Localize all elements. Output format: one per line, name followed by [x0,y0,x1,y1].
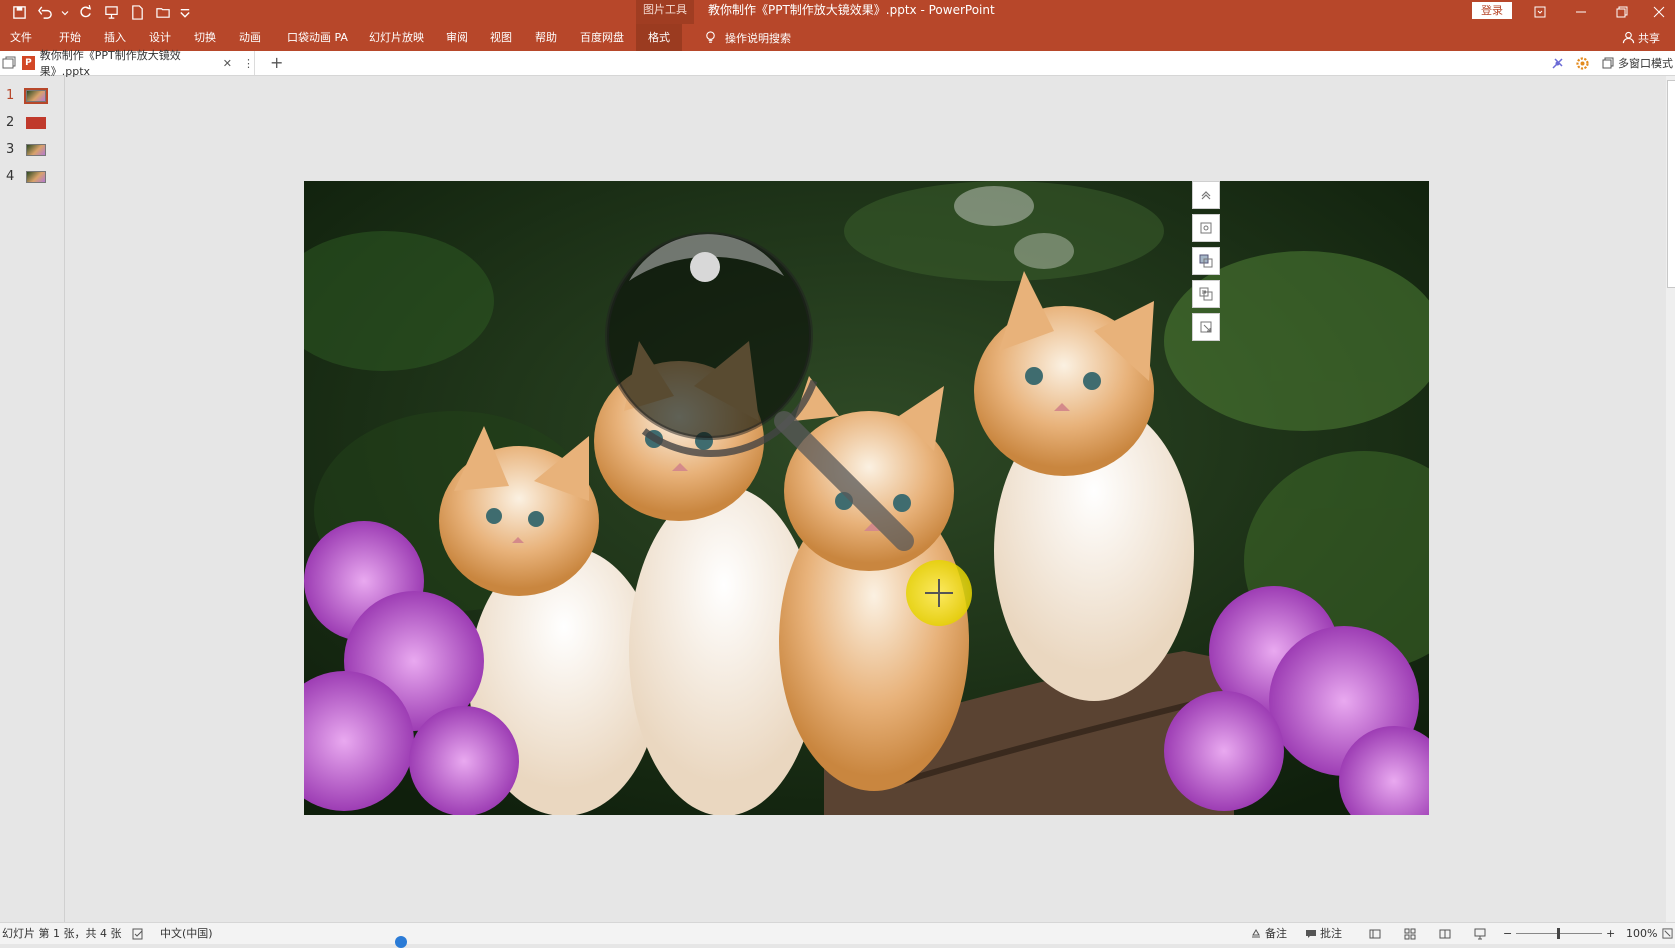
present-from-start-icon[interactable] [100,1,122,23]
skin-icon[interactable] [1550,56,1565,71]
comment-icon [1306,929,1316,938]
ribbon-tabs: 文件 开始 插入 设计 切换 动画 口袋动画 PA 幻灯片放映 审阅 视图 帮助… [0,24,1675,51]
thumbnail-number: 2 [6,115,15,130]
settings-gear-icon[interactable] [1575,56,1590,71]
slide-counter: 幻灯片 第 1 张，共 4 张 [2,927,122,940]
powerpoint-file-icon: P [22,56,35,70]
share-button[interactable]: 共享 [1622,24,1660,51]
language-indicator[interactable]: 中文(中国) [160,923,213,944]
notes-label: 备注 [1265,927,1287,940]
tell-me-label: 操作说明搜索 [725,31,791,45]
send-backward-icon[interactable] [1192,280,1220,308]
chevron-up-icon[interactable] [1192,181,1220,209]
tab-list-icon[interactable] [2,56,16,70]
multi-window-label: 多窗口模式 [1618,57,1673,70]
open-folder-icon[interactable] [152,1,174,23]
title-bar: 图片工具 教你制作《PPT制作放大镜效果》.pptx - PowerPoint … [0,0,1675,24]
new-file-icon[interactable] [126,1,148,23]
tell-me-search[interactable]: 操作说明搜索 [704,24,791,51]
comments-button[interactable]: 批注 [1305,923,1342,944]
notes-icon [1252,928,1260,937]
thumbnail-number: 3 [6,142,15,157]
customize-qat-icon[interactable] [178,1,192,23]
crop-icon[interactable] [1192,214,1220,242]
quick-access-toolbar [8,0,192,24]
thumbnail-number: 1 [6,88,15,103]
thumbnail-slide-4[interactable]: 4 [0,165,64,189]
close-tab-icon[interactable]: ✕ [223,57,232,70]
user-icon [1622,31,1635,44]
undo-dropdown-icon[interactable] [60,1,70,23]
status-bar: 幻灯片 第 1 张，共 4 张 中文(中国) 备注 批注 − + 100% [0,922,1675,948]
redo-icon[interactable] [74,1,96,23]
save-icon[interactable] [8,1,30,23]
zoom-level[interactable]: 100% [1626,923,1657,944]
slideshow-view-icon[interactable] [1474,923,1486,944]
resize-icon[interactable] [1192,313,1220,341]
tab-review[interactable]: 审阅 [446,24,468,51]
thumbnail-image [26,117,46,129]
zoom-out-button[interactable]: − [1503,923,1512,944]
undo-icon[interactable] [34,1,56,23]
thumbnail-slide-1[interactable]: 1 [0,84,64,108]
thumbnail-image [26,144,46,156]
picture-tools-context-label: 图片工具 [636,0,694,24]
document-tab-strip: P 教你制作《PPT制作放大镜效果》.pptx ✕ ⋮ + 多窗口模式 [0,49,1675,78]
scrollbar-thumb[interactable] [1667,80,1675,288]
slide-canvas[interactable] [304,181,1429,815]
ribbon-display-options-icon[interactable] [1520,0,1560,24]
tab-view[interactable]: 视图 [490,24,512,51]
new-tab-button[interactable]: + [270,51,283,75]
notes-button[interactable]: 备注 [1250,923,1287,944]
share-label: 共享 [1638,31,1660,45]
tab-format[interactable]: 格式 [636,24,682,51]
login-button[interactable]: 登录 [1472,2,1512,19]
accessibility-indicator [395,936,407,948]
windows-icon [1602,57,1614,69]
window-title: 教你制作《PPT制作放大镜效果》.pptx - PowerPoint [708,3,995,17]
minimize-icon[interactable] [1561,0,1601,24]
thumbnail-slide-2[interactable]: 2 [0,111,64,135]
thumbnail-image [26,171,46,183]
tab-baidu-netdisk[interactable]: 百度网盘 [580,24,624,51]
slide-thumbnail-pane: 1 2 3 4 [0,76,65,922]
zoom-in-button[interactable]: + [1606,923,1615,944]
slide-sorter-icon[interactable] [1404,923,1416,944]
tab-help[interactable]: 帮助 [535,24,557,51]
thumbnail-number: 4 [6,169,15,184]
reading-view-icon[interactable] [1439,923,1451,944]
comments-label: 批注 [1320,927,1342,940]
lightbulb-icon [706,31,715,43]
tab-more-icon[interactable]: ⋮ [243,57,254,70]
fit-to-window-icon[interactable] [1662,923,1673,944]
restore-icon[interactable] [1602,0,1642,24]
document-tab[interactable]: P 教你制作《PPT制作放大镜效果》.pptx ✕ ⋮ [22,49,255,78]
close-icon[interactable] [1642,0,1675,24]
tab-slideshow[interactable]: 幻灯片放映 [369,24,424,51]
normal-view-icon[interactable] [1369,923,1381,944]
cursor-highlight [906,560,972,626]
tab-animations[interactable]: 动画 [239,24,261,51]
spellcheck-icon[interactable] [132,923,144,944]
zoom-slider-thumb[interactable] [1557,928,1560,939]
document-tab-title: 教你制作《PPT制作放大镜效果》.pptx [39,49,181,78]
tab-file[interactable]: 文件 [10,24,32,51]
kittens-photo[interactable] [304,181,1429,815]
vertical-scrollbar[interactable] [1666,76,1675,922]
thumbnail-image [24,88,48,104]
thumbnail-slide-3[interactable]: 3 [0,138,64,162]
bring-forward-icon[interactable] [1192,247,1220,275]
multi-window-mode-button[interactable]: 多窗口模式 [1602,51,1673,75]
tab-pocket-animation[interactable]: 口袋动画 PA [287,24,348,51]
slide-floating-toolbar [1192,181,1220,346]
